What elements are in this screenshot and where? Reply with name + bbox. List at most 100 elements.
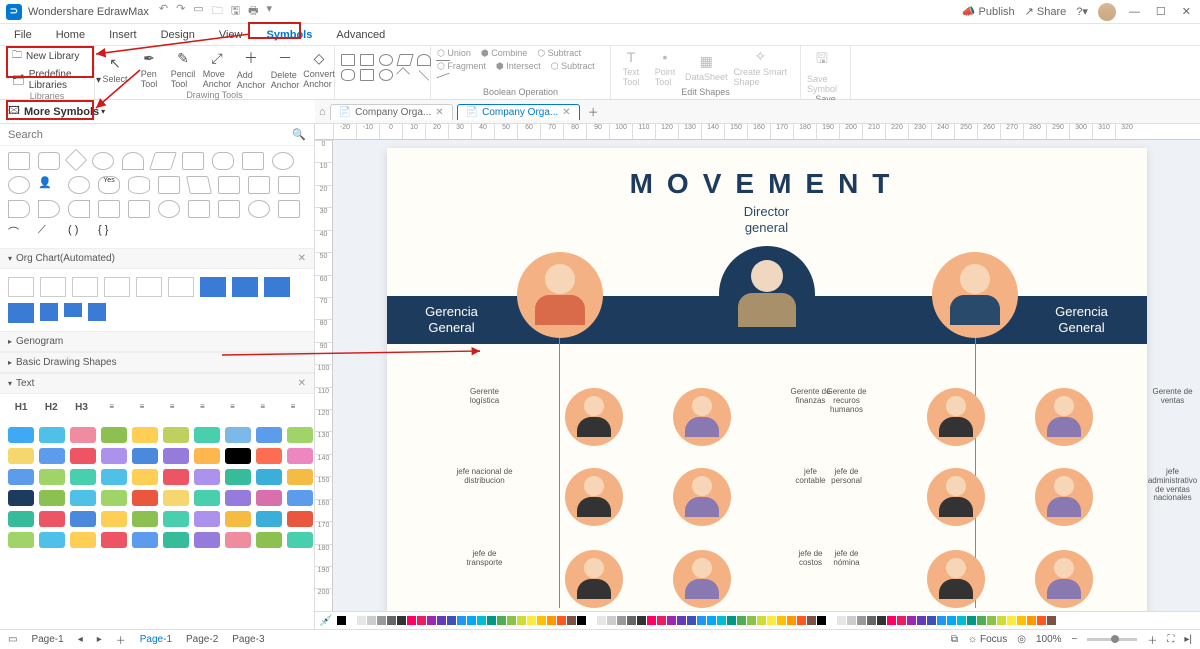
predefine-libraries-button[interactable]: 🗂 Predefine Libraries▾ xyxy=(12,69,101,91)
search-icon[interactable]: 🔍 xyxy=(292,128,306,141)
tab-insert[interactable]: Insert xyxy=(109,29,137,41)
section-basic-shapes[interactable]: ▸Basic Drawing Shapes xyxy=(0,352,314,373)
org-chart-page[interactable]: MOVEMENT Director general Gerencia Gener… xyxy=(387,148,1147,611)
undo-icon[interactable]: ↶ xyxy=(159,2,168,21)
close-icon[interactable]: ✕ xyxy=(1179,5,1194,18)
search-input[interactable] xyxy=(8,129,292,141)
close-text-icon[interactable]: ✕ xyxy=(298,378,306,389)
pages-icon[interactable]: ▭ xyxy=(8,634,17,645)
help-icon[interactable]: ?▾ xyxy=(1076,5,1088,18)
gerencia-left-avatar[interactable] xyxy=(517,252,603,338)
zoom-slider[interactable] xyxy=(1087,638,1137,641)
banner-thumbs[interactable] xyxy=(0,421,314,554)
pen-tool[interactable]: ✒Pen Tool xyxy=(135,50,163,89)
section-text[interactable]: ▾Text✕ xyxy=(0,373,314,394)
color-swatch-bar[interactable]: 💉 xyxy=(315,611,1200,629)
share-button[interactable]: ↗ Share xyxy=(1025,5,1067,18)
app-logo: ⊃ xyxy=(6,4,22,20)
avatar-l3a[interactable] xyxy=(565,550,623,608)
layers-icon[interactable]: ⧉ xyxy=(951,634,958,645)
avatar-r3b[interactable] xyxy=(1035,550,1093,608)
avatar-l2b[interactable] xyxy=(673,468,731,526)
avatar-l1b[interactable] xyxy=(673,388,731,446)
director-label: Director general xyxy=(387,204,1147,235)
focus-button[interactable]: ☼ Focus xyxy=(968,634,1007,645)
intersect-button[interactable]: ⬢ Intersect xyxy=(496,61,541,72)
new-icon[interactable]: ▭ xyxy=(193,2,203,21)
union-button[interactable]: ⬡ Union xyxy=(437,48,471,59)
avatar-l1a[interactable] xyxy=(565,388,623,446)
panel-toggle-icon[interactable]: ▸| xyxy=(1184,634,1192,645)
page-tab-3[interactable]: Page-3 xyxy=(232,634,264,645)
pencil-tool[interactable]: ✎Pencil Tool xyxy=(169,50,197,89)
tab-symbols[interactable]: Symbols xyxy=(267,29,313,41)
convert-anchor[interactable]: ◇Convert Anchor xyxy=(305,50,333,89)
title-bar: ⊃ Wondershare EdrawMax ↶ ↷ ▭ 🗀 🖫 🖶 ▾ 📣 P… xyxy=(0,0,1200,24)
text-heading-thumbs[interactable]: H1H2H3 ≡≡≡≡≡≡≡ xyxy=(0,394,314,421)
save-symbol-button[interactable]: 🖫Save Symbol xyxy=(807,48,837,94)
avatar-r1a[interactable] xyxy=(927,388,985,446)
tab-home[interactable]: Home xyxy=(56,29,85,41)
publish-button[interactable]: 📣 Publish xyxy=(962,5,1015,18)
fullscreen-icon[interactable]: ⛶ xyxy=(1167,634,1174,645)
text-tool[interactable]: TText Tool xyxy=(617,49,645,87)
zoom-out-icon[interactable]: − xyxy=(1072,634,1078,645)
print-icon[interactable]: 🖶 xyxy=(248,2,258,21)
add-anchor[interactable]: ＋Add Anchor xyxy=(237,48,265,90)
home-tab-icon[interactable]: ⌂ xyxy=(319,106,326,118)
label-jefe-admin-ventas: jefe administrativo de ventas nacionales xyxy=(1143,468,1200,526)
qat-dropdown-icon[interactable]: ▾ xyxy=(266,2,272,21)
fragment-button[interactable]: ⬡ Fragment xyxy=(437,61,486,72)
add-page-icon[interactable]: ＋ xyxy=(116,632,126,647)
select-tool[interactable]: ↖Select xyxy=(101,55,129,84)
save-icon[interactable]: 🖫 xyxy=(231,2,240,21)
subtract2-button[interactable]: ⬡ Subtract xyxy=(551,61,595,72)
page-tab-2[interactable]: Page-2 xyxy=(186,634,218,645)
more-symbols-button[interactable]: More Symbols xyxy=(24,106,99,118)
delete-anchor[interactable]: －Delete Anchor xyxy=(271,48,299,90)
canvas-scroll[interactable]: MOVEMENT Director general Gerencia Gener… xyxy=(333,140,1200,611)
subtract-button[interactable]: ⬡ Subtract xyxy=(537,48,581,59)
redo-icon[interactable]: ↷ xyxy=(176,2,185,21)
tab-advanced[interactable]: Advanced xyxy=(336,29,385,41)
maximize-icon[interactable]: ☐ xyxy=(1153,5,1169,18)
minimize-icon[interactable]: — xyxy=(1126,6,1143,18)
create-smart-shape[interactable]: ✧Create Smart Shape xyxy=(734,48,788,87)
tab-design[interactable]: Design xyxy=(161,29,195,41)
close-section-icon[interactable]: ✕ xyxy=(298,253,306,264)
org-chart-thumbs[interactable] xyxy=(0,269,314,331)
fit-icon[interactable]: ◎ xyxy=(1017,634,1026,645)
section-genogram[interactable]: ▸Genogram xyxy=(0,331,314,352)
move-anchor[interactable]: ⤢Move Anchor xyxy=(203,50,231,89)
combine-button[interactable]: ⬢ Combine xyxy=(481,48,527,59)
next-page-icon[interactable]: ▸ xyxy=(97,634,102,645)
add-tab-icon[interactable]: ＋ xyxy=(584,104,603,120)
avatar-r2a[interactable] xyxy=(927,468,985,526)
basic-shape-palette[interactable]: 👤Yes ⌒⟋( ){ } xyxy=(0,146,314,248)
director-avatar[interactable] xyxy=(719,246,815,342)
tab-view[interactable]: View xyxy=(219,29,243,41)
page-tab-1[interactable]: Page-1 xyxy=(140,634,172,645)
open-icon[interactable]: 🗀 xyxy=(212,2,223,21)
gerencia-right-avatar[interactable] xyxy=(932,252,1018,338)
tab-file[interactable]: File xyxy=(14,29,32,41)
canvas-page-1[interactable]: Page-1 xyxy=(31,634,63,645)
user-avatar[interactable] xyxy=(1098,3,1116,21)
point-tool[interactable]: •Point Tool xyxy=(651,49,679,87)
section-org-chart[interactable]: ▾Org Chart(Automated)✕ xyxy=(0,248,314,269)
new-library-button[interactable]: 🗀 New Library xyxy=(12,48,101,65)
avatar-l2a[interactable] xyxy=(565,468,623,526)
doc-tab-2[interactable]: 📄Company Orga...✕ xyxy=(457,104,580,120)
zoom-in-icon[interactable]: ＋ xyxy=(1147,632,1157,647)
eyedropper-icon[interactable]: 💉 xyxy=(319,614,333,627)
gerencia-left: Gerencia General xyxy=(407,304,497,335)
avatar-r1b[interactable] xyxy=(1035,388,1093,446)
avatar-r3a[interactable] xyxy=(927,550,985,608)
canvas-area: ⌂ 📄Company Orga...✕ 📄Company Orga...✕ ＋ … xyxy=(315,100,1200,629)
avatar-r2b[interactable] xyxy=(1035,468,1093,526)
gerencia-right: Gerencia General xyxy=(1037,304,1127,335)
datasheet-button[interactable]: ▦DataSheet xyxy=(685,53,728,82)
avatar-l3b[interactable] xyxy=(673,550,731,608)
prev-page-icon[interactable]: ◂ xyxy=(78,634,83,645)
doc-tab-1[interactable]: 📄Company Orga...✕ xyxy=(330,104,453,120)
